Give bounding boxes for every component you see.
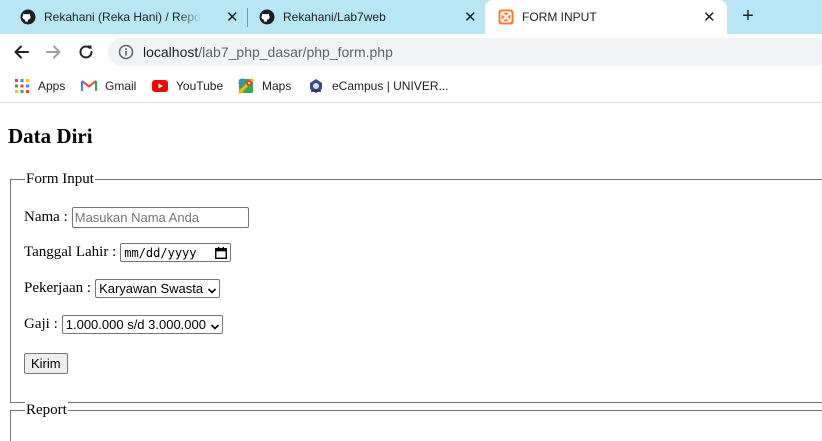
bookmark-label: Gmail (105, 79, 137, 93)
new-tab-button[interactable]: + (738, 6, 758, 26)
fieldset-legend: Form Input (25, 171, 95, 188)
tanggal-label: Tanggal Lahir : (24, 244, 117, 260)
tab-title: Rekahani (Reka Hani) / Repositories (44, 10, 202, 24)
page-title: Data Diri (8, 124, 93, 148)
bookmark-label: Apps (38, 79, 66, 93)
bookmarks-bar: Apps Gmail YouTube Maps eCampus | UNIVER… (0, 70, 822, 103)
tab-title: Rekahani/Lab7web (283, 10, 386, 24)
nama-input[interactable] (71, 207, 249, 228)
close-icon[interactable]: ✕ (703, 8, 716, 26)
tab-form-input[interactable]: FORM INPUT ✕ (485, 0, 727, 34)
kirim-button[interactable]: Kirim (24, 353, 68, 374)
reload-icon[interactable] (76, 42, 96, 62)
maps-icon (238, 78, 254, 94)
url-path: /lab7_php_dasar/php_form.php (198, 44, 393, 60)
tanggal-lahir-input[interactable]: mm/dd/yyyy (120, 243, 232, 262)
browser-toolbar: localhost/lab7_php_dasar/php_form.php (0, 34, 822, 70)
bookmark-label: Maps (262, 79, 292, 93)
gmail-icon (81, 78, 97, 94)
fieldset-legend: Report (25, 402, 68, 419)
date-placeholder: mm/dd/yyyy (124, 245, 197, 260)
tab-strip: Rekahani (Reka Hani) / Repositories ✕ Re… (0, 0, 822, 34)
forward-arrow-icon[interactable] (43, 42, 63, 62)
bookmark-youtube[interactable]: YouTube (152, 77, 223, 95)
gaji-select[interactable]: 1.000.000 s/d 3.000.000 (61, 315, 223, 334)
pekerjaan-select[interactable]: Karyawan Swasta (95, 279, 221, 298)
github-icon (20, 9, 36, 25)
nama-row: Nama : (24, 207, 249, 228)
chevron-down-icon (207, 284, 217, 294)
url-host: localhost (143, 44, 199, 60)
chevron-down-icon (210, 320, 220, 330)
form-input-fieldset: Form Input Nama : Tanggal Lahir : mm/dd/… (10, 171, 822, 403)
info-icon[interactable] (118, 44, 134, 60)
bookmark-maps[interactable]: Maps (238, 77, 291, 95)
bookmark-label: YouTube (176, 79, 224, 93)
calendar-icon[interactable] (215, 246, 228, 259)
close-icon[interactable]: ✕ (226, 8, 239, 26)
gaji-selected: 1.000.000 s/d 3.000.000 (65, 317, 206, 332)
back-arrow-icon[interactable] (12, 42, 32, 62)
submit-row: Kirim (24, 353, 68, 374)
tab-title: FORM INPUT (522, 10, 597, 24)
youtube-icon (152, 78, 168, 94)
close-icon[interactable]: ✕ (464, 8, 477, 26)
pekerjaan-selected: Karyawan Swasta (99, 281, 204, 296)
gaji-row: Gaji : 1.000.000 s/d 3.000.000 (24, 315, 223, 334)
url-text: localhost/lab7_php_dasar/php_form.php (143, 44, 393, 60)
address-bar[interactable]: localhost/lab7_php_dasar/php_form.php (108, 38, 822, 66)
bookmark-apps[interactable]: Apps (14, 77, 65, 95)
ecampus-icon (308, 78, 324, 94)
apps-grid-icon (14, 78, 30, 94)
bookmark-ecampus[interactable]: eCampus | UNIVER... (308, 77, 448, 95)
bookmark-gmail[interactable]: Gmail (81, 77, 136, 95)
tab-repositories[interactable]: Rekahani (Reka Hani) / Repositories ✕ (0, 0, 246, 34)
tanggal-row: Tanggal Lahir : mm/dd/yyyy (24, 243, 232, 262)
tab-lab7web[interactable]: Rekahani/Lab7web ✕ (248, 0, 484, 34)
nama-label: Nama : (24, 209, 68, 225)
xampp-icon (498, 9, 514, 25)
pekerjaan-label: Pekerjaan : (24, 280, 92, 296)
gaji-label: Gaji : (24, 316, 58, 332)
github-icon (259, 9, 275, 25)
pekerjaan-row: Pekerjaan : Karyawan Swasta (24, 279, 221, 298)
bookmark-label: eCampus | UNIVER... (332, 79, 449, 93)
page-content: Data Diri Form Input Nama : Tanggal Lahi… (0, 103, 822, 441)
